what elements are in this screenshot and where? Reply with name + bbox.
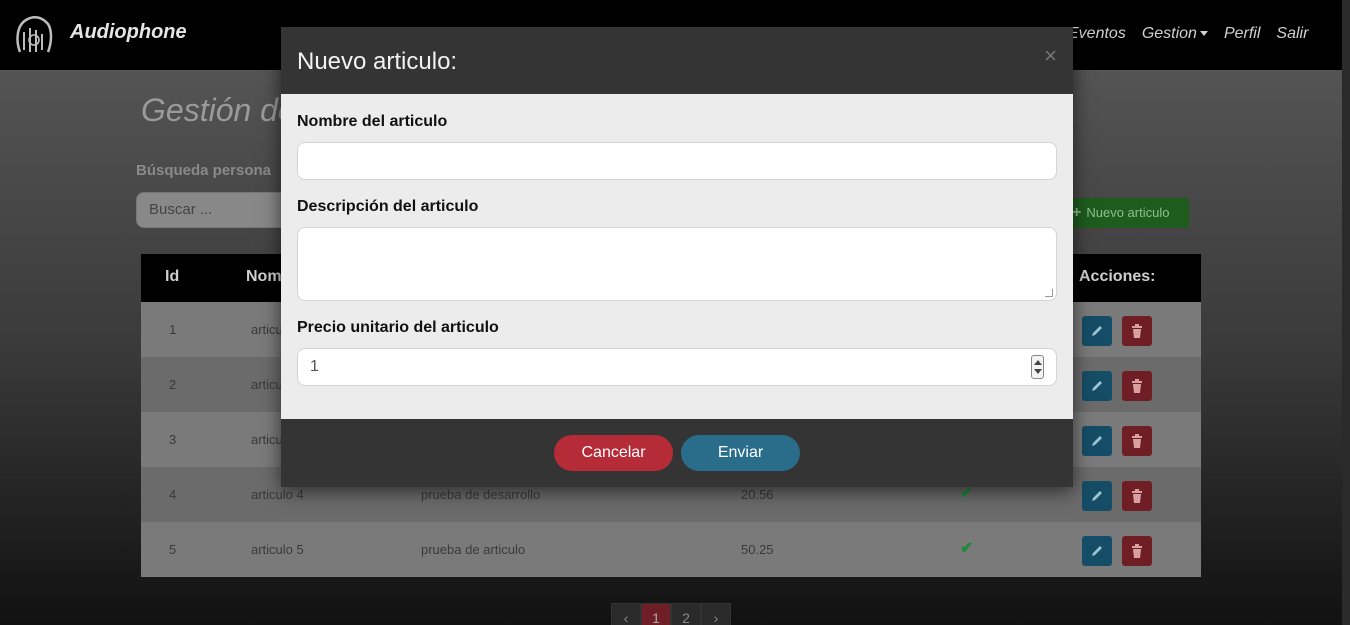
delete-button[interactable] [1122, 371, 1152, 401]
new-article-label: Nuevo articulo [1086, 205, 1170, 220]
pencil-icon [1092, 326, 1102, 336]
brand-name[interactable]: Audiophone [70, 21, 187, 44]
caret-down-icon [1199, 31, 1208, 37]
cell-name: articu [251, 377, 283, 392]
delete-button[interactable] [1122, 536, 1152, 566]
delete-button[interactable] [1122, 481, 1152, 511]
header-id: Id [165, 268, 180, 285]
name-label: Nombre del articulo [297, 113, 448, 130]
price-input[interactable]: 1 [297, 348, 1057, 386]
cell-price: 20.56 [741, 487, 774, 502]
cell-id: 5 [169, 542, 177, 557]
header-actions: Acciones: [1079, 268, 1156, 285]
edit-button[interactable] [1082, 481, 1112, 511]
trash-icon [1132, 379, 1142, 393]
name-input[interactable] [297, 142, 1057, 180]
new-article-modal: Nuevo articulo: × Nombre del articulo De… [281, 27, 1073, 487]
price-value: 1 [310, 358, 319, 375]
check-icon: ✔ [960, 540, 974, 557]
search-input[interactable]: Buscar ... [136, 192, 296, 228]
trash-icon [1132, 544, 1142, 558]
description-label: Descripción del articulo [297, 198, 479, 215]
cell-name: articulo 4 [251, 487, 304, 502]
header-name: Nom [246, 268, 282, 285]
modal-body: Nombre del articulo Descripción del arti… [281, 94, 1073, 419]
cell-price: 50.25 [741, 542, 774, 557]
nav-link-eventos[interactable]: Eventos [1068, 25, 1126, 43]
edit-button[interactable] [1082, 426, 1112, 456]
trash-icon [1132, 324, 1142, 338]
modal-footer: Cancelar Enviar [281, 419, 1073, 487]
cancel-button[interactable]: Cancelar [554, 435, 673, 471]
number-spinner-icon[interactable] [1031, 355, 1044, 379]
nav-link-gestion-label: Gestion [1141, 25, 1197, 42]
edit-button[interactable] [1082, 316, 1112, 346]
close-icon[interactable]: × [1044, 43, 1057, 69]
pencil-icon [1092, 436, 1102, 446]
nav-link-perfil[interactable]: Perfil [1224, 25, 1260, 43]
search-label: Búsqueda persona [136, 162, 272, 179]
trash-icon [1132, 434, 1142, 448]
delete-button[interactable] [1122, 426, 1152, 456]
cell-id: 4 [169, 487, 177, 502]
pencil-icon [1092, 381, 1102, 391]
page-title: Gestión de [141, 92, 296, 128]
table-row: 5 articulo 5 prueba de articulo 50.25 ✔ [141, 522, 1201, 577]
new-article-button[interactable]: + Nuevo articulo [1064, 198, 1189, 228]
cell-name: articu [251, 322, 283, 337]
pagination-next[interactable]: › [701, 603, 731, 625]
cell-id: 3 [169, 432, 177, 447]
cell-description: prueba de articulo [421, 542, 526, 557]
pagination-page-1[interactable]: 1 [641, 603, 671, 625]
edit-button[interactable] [1082, 371, 1112, 401]
cell-name: articu [251, 432, 283, 447]
submit-button[interactable]: Enviar [681, 435, 800, 471]
delete-button[interactable] [1122, 316, 1152, 346]
description-textarea[interactable] [297, 227, 1057, 301]
cell-id: 2 [169, 377, 177, 392]
pagination: ‹ 1 2 › [611, 603, 731, 625]
pagination-prev[interactable]: ‹ [611, 603, 641, 625]
resize-handle-icon[interactable] [1045, 289, 1053, 297]
pencil-icon [1092, 546, 1102, 556]
cell-description: prueba de desarrollo [421, 487, 541, 502]
pagination-page-2[interactable]: 2 [671, 603, 701, 625]
nav-link-salir[interactable]: Salir [1276, 25, 1308, 43]
cell-name: articulo 5 [251, 542, 304, 557]
brand-logo-icon[interactable] [14, 12, 54, 58]
edit-button[interactable] [1082, 536, 1112, 566]
modal-header: Nuevo articulo: × [281, 27, 1073, 94]
cell-id: 1 [169, 322, 177, 337]
plus-icon: + [1072, 204, 1082, 221]
price-label: Precio unitario del articulo [297, 319, 499, 336]
pencil-icon [1092, 491, 1102, 501]
trash-icon [1132, 489, 1142, 503]
modal-title: Nuevo articulo: [297, 48, 458, 75]
nav-link-gestion[interactable]: Gestion [1142, 25, 1208, 43]
nav-links: Eventos Gestion Perfil Salir [1068, 25, 1308, 43]
